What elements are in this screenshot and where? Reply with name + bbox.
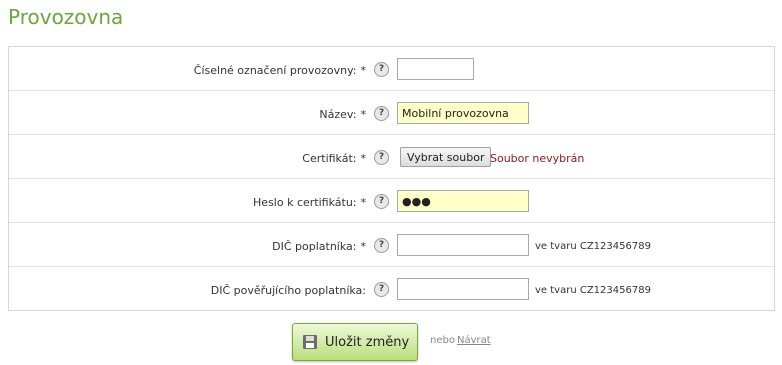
help-icon[interactable]: ?	[374, 106, 389, 121]
name-label: Název:	[319, 108, 357, 121]
required-marker: *	[360, 64, 367, 77]
help-icon[interactable]: ?	[374, 62, 389, 77]
establishment-form: Číselné označení provozovny: * ? Název: * …	[8, 46, 775, 311]
taxpayer-dic-input[interactable]	[397, 234, 529, 256]
form-row-delegating-dic: DIČ pověřujícího poplatníka: ? ve tvaru …	[9, 267, 774, 312]
cert-password-input[interactable]	[397, 190, 529, 212]
delegating-dic-hint: ve tvaru CZ123456789	[535, 285, 651, 296]
help-icon[interactable]: ?	[374, 238, 389, 253]
taxpayer-dic-label: DIČ poplatníka:	[272, 240, 357, 253]
form-row-number: Číselné označení provozovny: * ?	[9, 47, 774, 91]
file-status: Soubor nevybrán	[490, 152, 585, 165]
number-label: Číselné označení provozovny:	[193, 64, 357, 77]
back-link[interactable]: Návrat	[457, 335, 491, 346]
required-marker: *	[360, 152, 367, 165]
save-changes-button[interactable]: Uložit změny	[292, 323, 418, 361]
delegating-dic-input[interactable]	[397, 278, 529, 300]
floppy-disk-icon	[303, 335, 317, 349]
cert-password-label: Heslo k certifikátu:	[253, 196, 357, 209]
form-row-cert-password: Heslo k certifikátu: * ?	[9, 179, 774, 223]
taxpayer-dic-hint: ve tvaru CZ123456789	[535, 241, 651, 252]
page-title: Provozovna	[8, 5, 124, 29]
form-row-taxpayer-dic: DIČ poplatníka: * ? ve tvaru CZ123456789	[9, 223, 774, 267]
required-marker: *	[360, 196, 367, 209]
required-marker: *	[360, 108, 367, 121]
help-icon[interactable]: ?	[374, 150, 389, 165]
delegating-dic-label: DIČ pověřujícího poplatníka:	[210, 284, 366, 297]
help-icon[interactable]: ?	[374, 282, 389, 297]
establishment-number-input[interactable]	[397, 58, 474, 80]
help-icon[interactable]: ?	[374, 194, 389, 209]
or-text: nebo	[430, 335, 455, 346]
required-marker: *	[360, 240, 367, 253]
choose-file-button[interactable]: Vybrat soubor	[400, 147, 492, 167]
name-input[interactable]	[397, 102, 529, 124]
form-row-name: Název: * ?	[9, 91, 774, 135]
form-row-certificate: Certifikát: * ? Vybrat soubor Soubor nevy…	[9, 135, 774, 179]
certificate-label: Certifikát:	[302, 152, 357, 165]
save-changes-label: Uložit změny	[325, 335, 410, 350]
